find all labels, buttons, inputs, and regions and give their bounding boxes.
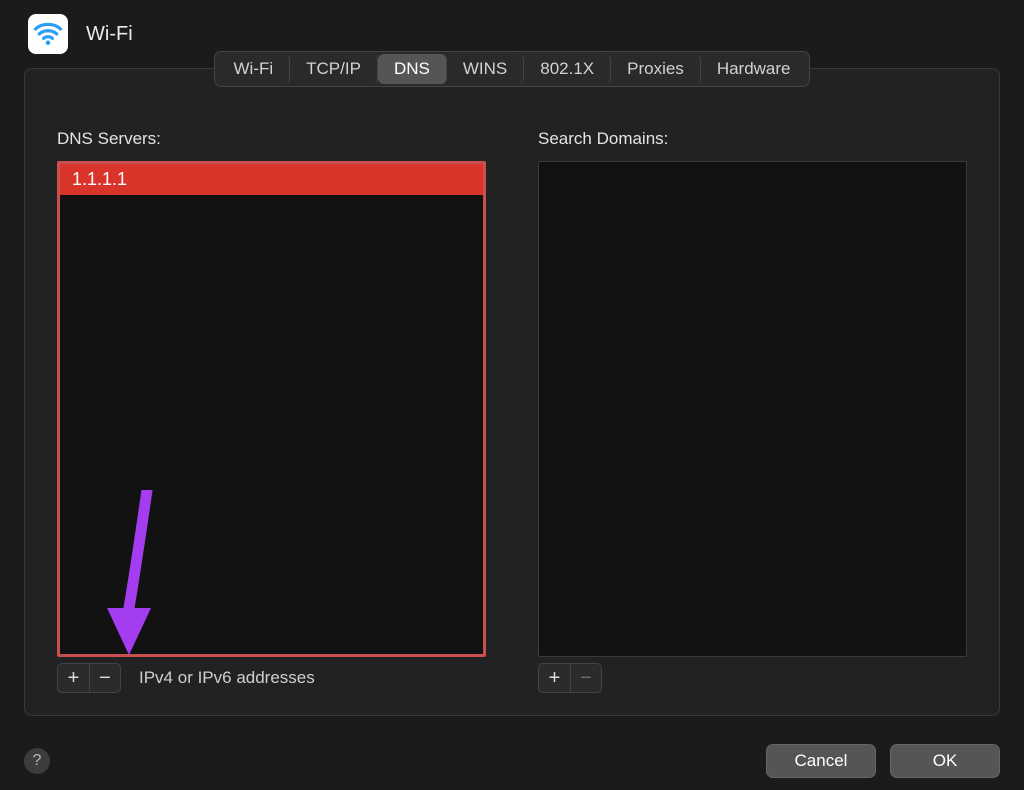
dns-servers-column: DNS Servers: 1.1.1.1 + − IPv4 or IPv6 ad… [57, 129, 486, 693]
settings-panel: Wi-Fi TCP/IP DNS WINS 802.1X Proxies Har… [24, 68, 1000, 716]
minus-icon: − [99, 668, 111, 688]
help-icon: ? [33, 752, 42, 770]
search-domains-label: Search Domains: [538, 129, 967, 149]
tab-hardware[interactable]: Hardware [701, 54, 807, 84]
wifi-icon [33, 19, 63, 49]
tab-bar-inner: Wi-Fi TCP/IP DNS WINS 802.1X Proxies Har… [214, 51, 809, 87]
search-domains-column: Search Domains: + − [538, 129, 967, 693]
plus-icon: + [549, 668, 561, 688]
add-dns-button[interactable]: + [57, 663, 89, 693]
tab-tcpip[interactable]: TCP/IP [290, 54, 378, 84]
panel-content: DNS Servers: 1.1.1.1 + − IPv4 or IPv6 ad… [25, 69, 999, 715]
add-search-domain-button[interactable]: + [538, 663, 570, 693]
search-domains-footer: + − [538, 663, 967, 693]
tab-bar: Wi-Fi TCP/IP DNS WINS 802.1X Proxies Har… [25, 51, 999, 87]
bottom-bar: ? Cancel OK [0, 732, 1024, 790]
ok-button[interactable]: OK [890, 744, 1000, 778]
window-title: Wi-Fi [86, 23, 133, 46]
tab-proxies[interactable]: Proxies [611, 54, 701, 84]
dns-servers-list[interactable]: 1.1.1.1 [57, 161, 486, 657]
dns-servers-label: DNS Servers: [57, 129, 486, 149]
help-button[interactable]: ? [24, 748, 50, 774]
remove-search-domain-button[interactable]: − [570, 663, 602, 693]
tab-wifi[interactable]: Wi-Fi [217, 54, 290, 84]
tab-8021x[interactable]: 802.1X [524, 54, 611, 84]
plus-icon: + [68, 668, 80, 688]
wifi-app-icon [28, 14, 68, 54]
dns-hint: IPv4 or IPv6 addresses [139, 668, 315, 688]
dns-server-row[interactable]: 1.1.1.1 [60, 164, 483, 195]
dns-servers-footer: + − IPv4 or IPv6 addresses [57, 663, 486, 693]
tab-wins[interactable]: WINS [447, 54, 524, 84]
remove-dns-button[interactable]: − [89, 663, 121, 693]
search-domains-list[interactable] [538, 161, 967, 657]
tab-dns[interactable]: DNS [378, 54, 447, 84]
cancel-button[interactable]: Cancel [766, 744, 876, 778]
minus-icon: − [580, 668, 592, 688]
